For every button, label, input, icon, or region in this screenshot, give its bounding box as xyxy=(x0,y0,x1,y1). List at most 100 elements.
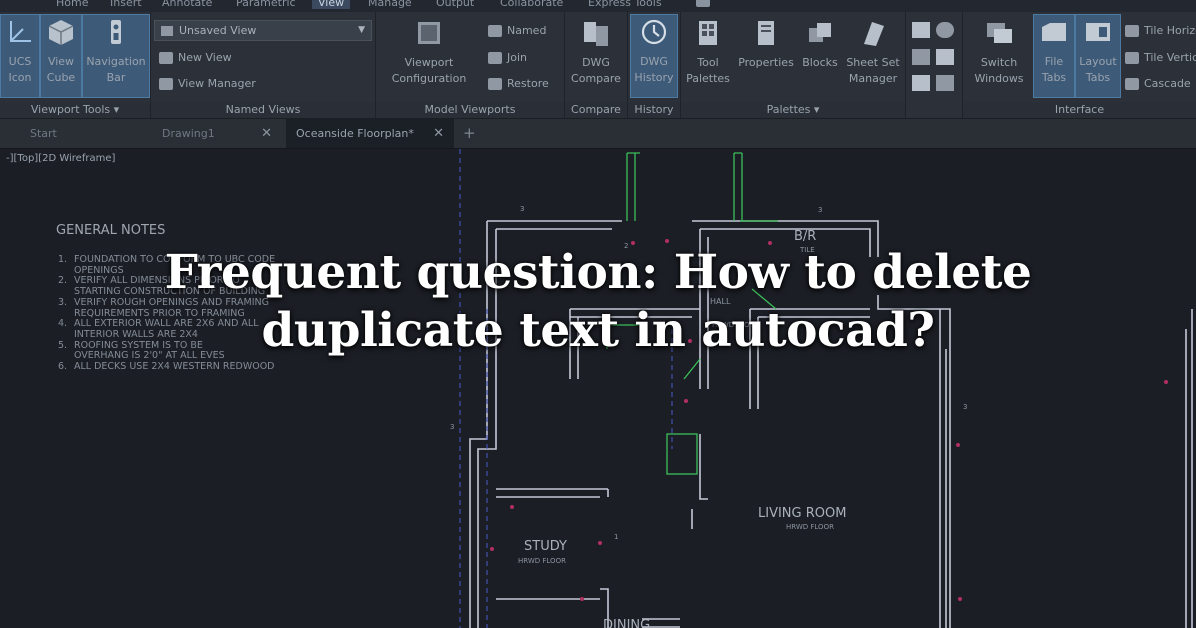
room-sub-study: HRWD FLOOR xyxy=(518,557,566,565)
tab-start-label: Start xyxy=(30,127,57,140)
layout-tabs-label: Layout Tabs xyxy=(1079,55,1117,84)
ribbon-tab-insert[interactable]: Insert xyxy=(110,0,142,9)
view-manager-label: View Manager xyxy=(178,77,256,90)
viewport-configuration-button[interactable]: Viewport Configuration xyxy=(384,16,474,96)
ucs-icon-button[interactable]: UCS Icon xyxy=(0,14,40,98)
autocad-window: Home Insert Annotate Parametric View Man… xyxy=(0,0,1196,628)
tile-vertically-icon xyxy=(1125,52,1139,64)
join-viewports-button[interactable]: Join xyxy=(488,49,527,67)
calculator-icon[interactable] xyxy=(912,75,930,91)
cube-icon xyxy=(48,20,74,45)
tab-start[interactable]: Start xyxy=(20,119,140,148)
navigation-bar-icon xyxy=(111,20,121,44)
close-icon[interactable]: ✕ xyxy=(433,119,444,148)
file-tabs-button[interactable]: File Tabs xyxy=(1033,14,1075,98)
svg-text:3: 3 xyxy=(818,206,822,214)
panel-model-viewports: Viewport Configuration Named Join Restor… xyxy=(376,12,565,118)
drawing-canvas[interactable]: -][Top][2D Wireframe] GENERAL NOTES 1. FO… xyxy=(0,149,1196,628)
panel-viewport-tools: UCS Icon View Cube Navigation Bar Viewpo… xyxy=(0,12,151,118)
ribbon-tab-bar: Home Insert Annotate Parametric View Man… xyxy=(0,0,1196,12)
named-viewports-label: Named xyxy=(507,24,547,37)
room-sub-living-room: HRWD FLOOR xyxy=(786,523,834,531)
tool-palettes-icon xyxy=(699,21,717,45)
viewport-config-icon xyxy=(418,22,440,44)
layout-tabs-icon xyxy=(1086,23,1110,41)
named-view-dropdown[interactable]: Unsaved View ▼ xyxy=(154,20,372,41)
tile-vertically-button[interactable]: Tile Vertically xyxy=(1125,49,1196,67)
tile-horizontally-button[interactable]: Tile Horizontally xyxy=(1125,22,1196,40)
blocks-button[interactable]: Blocks xyxy=(797,16,843,96)
layout-tabs-button[interactable]: Layout Tabs xyxy=(1075,14,1121,98)
cascade-button[interactable]: Cascade xyxy=(1125,75,1191,93)
sheet-set-manager-button[interactable]: Sheet Set Manager xyxy=(843,16,903,96)
tab-drawing1[interactable]: Drawing1 ✕ xyxy=(152,119,282,148)
named-view-value: Unsaved View xyxy=(179,24,257,37)
ribbon-tab-annotate[interactable]: Annotate xyxy=(162,0,212,9)
blocks-label: Blocks xyxy=(802,56,838,69)
panel-compare: DWG Compare Compare xyxy=(565,12,628,118)
command-line-icon[interactable] xyxy=(912,22,930,38)
ribbon-tab-parametric[interactable]: Parametric xyxy=(236,0,296,9)
join-icon xyxy=(488,52,502,64)
tool-palettes-button[interactable]: Tool Palettes xyxy=(681,16,735,96)
close-icon[interactable]: ✕ xyxy=(261,119,272,148)
panel-title-viewport-tools[interactable]: Viewport Tools ▾ xyxy=(0,102,150,118)
add-tab-icon[interactable]: + xyxy=(463,119,476,148)
ribbon-tab-manage[interactable]: Manage xyxy=(368,0,412,9)
join-label: Join xyxy=(507,51,528,64)
view-cube-label: View Cube xyxy=(46,55,76,84)
design-center-icon[interactable] xyxy=(912,49,930,65)
tile-vertically-label: Tile Vertically xyxy=(1144,51,1196,64)
properties-button[interactable]: Properties xyxy=(735,16,797,96)
dwg-history-button[interactable]: DWG History xyxy=(630,14,678,98)
switch-windows-icon xyxy=(987,23,1012,43)
tab-oceanside-floorplan[interactable]: Oceanside Floorplan* ✕ xyxy=(286,119,454,148)
view-manager-button[interactable]: View Manager xyxy=(159,75,256,93)
room-label-living-room: LIVING ROOM xyxy=(758,506,847,521)
ribbon-tab-home[interactable]: Home xyxy=(56,0,88,9)
view-cube-button[interactable]: View Cube xyxy=(40,14,82,98)
view-manager-icon xyxy=(159,78,173,90)
new-view-icon xyxy=(159,52,173,64)
panel-named-views: Unsaved View ▼ New View View Manager Nam… xyxy=(151,12,376,118)
file-tab-bar: Start Drawing1 ✕ Oceanside Floorplan* ✕ + xyxy=(0,119,1196,149)
named-viewports-button[interactable]: Named xyxy=(488,22,546,40)
svg-text:3: 3 xyxy=(450,423,454,431)
panel-palettes: Tool Palettes Properties Blocks Sheet Se… xyxy=(681,12,906,118)
article-headline: Frequent question: How to delete duplica… xyxy=(0,244,1196,360)
layers-icon[interactable] xyxy=(936,22,954,38)
ribbon-tab-express-tools[interactable]: Express Tools xyxy=(588,0,662,9)
ribbon-minimize-icon[interactable] xyxy=(696,0,710,7)
restore-label: Restore xyxy=(507,77,549,90)
dwg-compare-button[interactable]: DWG Compare xyxy=(567,16,625,96)
panel-title-history: History xyxy=(628,102,680,118)
file-tabs-icon xyxy=(1042,23,1066,41)
panel-history: DWG History History xyxy=(628,12,681,118)
room-label-study: STUDY xyxy=(524,539,567,554)
sheet-set-icon xyxy=(864,22,884,46)
ucs-icon-label: UCS Icon xyxy=(8,55,32,84)
panel-palette-icons xyxy=(906,12,963,118)
viewport-configuration-label: Viewport Configuration xyxy=(391,56,467,85)
navigation-bar-button[interactable]: Navigation Bar xyxy=(82,14,150,98)
blocks-icon xyxy=(809,23,831,42)
new-view-label: New View xyxy=(178,51,232,64)
panel-title-palettes[interactable]: Palettes ▾ xyxy=(681,102,905,118)
ribbon-tab-output[interactable]: Output xyxy=(436,0,474,9)
svg-text:3: 3 xyxy=(963,403,967,411)
restore-viewports-button[interactable]: Restore xyxy=(488,75,549,93)
ribbon-tab-view[interactable]: View xyxy=(312,0,351,9)
room-label-bath: B/R xyxy=(794,229,817,244)
markup-icon[interactable] xyxy=(936,49,954,65)
panel-title-model-viewports: Model Viewports xyxy=(376,102,564,118)
chevron-down-icon: ▼ xyxy=(358,25,365,35)
switch-windows-button[interactable]: Switch Windows xyxy=(967,16,1031,96)
headline-line-1: Frequent question: How to delete xyxy=(164,245,1032,300)
named-viewports-icon xyxy=(488,25,502,37)
ribbon-tab-collaborate[interactable]: Collaborate xyxy=(500,0,563,9)
external-references-icon[interactable] xyxy=(936,75,954,91)
new-view-button[interactable]: New View xyxy=(159,49,232,67)
ribbon: UCS Icon View Cube Navigation Bar Viewpo… xyxy=(0,12,1196,119)
tab-oceanside-floorplan-label: Oceanside Floorplan* xyxy=(296,127,414,140)
tile-horizontally-label: Tile Horizontally xyxy=(1144,24,1196,37)
